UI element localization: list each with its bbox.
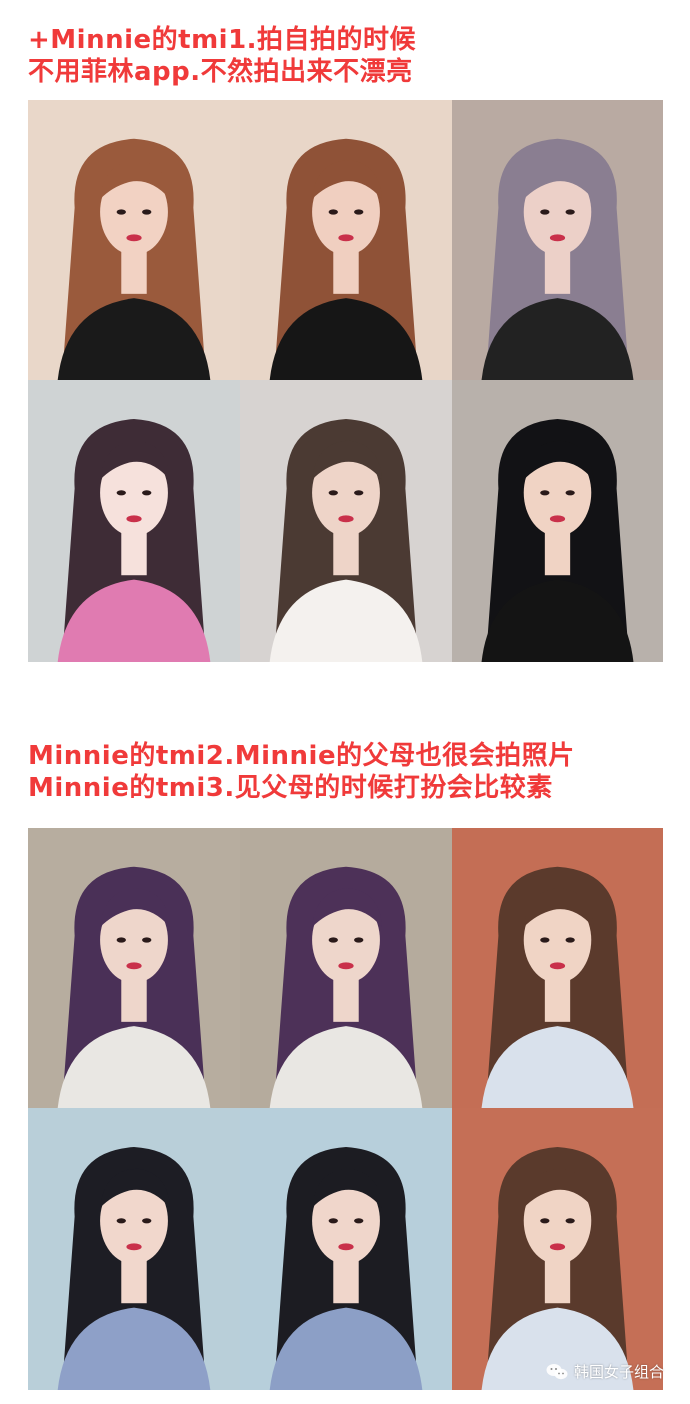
photo-parents-photo-5[interactable]	[240, 1108, 452, 1390]
wechat-icon	[546, 1363, 568, 1381]
photo-parents-photo-3[interactable]	[452, 828, 663, 1108]
photo-selfie-4[interactable]	[28, 380, 240, 662]
photo-parents-photo-2[interactable]	[240, 828, 452, 1108]
selfie-photo-grid	[28, 100, 663, 662]
photo-parents-photo-4[interactable]	[28, 1108, 240, 1390]
caption-tmi3: Minnie的tmi3.见父母的时候打扮会比较素	[28, 773, 553, 803]
caption-tmi1-line2: 不用菲林app.不然拍出来不漂亮	[28, 57, 413, 87]
photo-parents-photo-1[interactable]	[28, 828, 240, 1108]
photo-selfie-3[interactable]	[452, 100, 663, 380]
photo-selfie-2[interactable]	[240, 100, 452, 380]
watermark-text: 韩国女子组合	[573, 1363, 664, 1381]
photo-selfie-5[interactable]	[240, 380, 452, 662]
caption-tmi1-line1: +Minnie的tmi1.拍自拍的时候	[28, 25, 417, 55]
photo-parents-photo-6[interactable]	[452, 1108, 663, 1390]
parents-photo-grid	[28, 828, 663, 1390]
caption-tmi2: Minnie的tmi2.Minnie的父母也很会拍照片	[28, 741, 575, 771]
photo-selfie-1[interactable]	[28, 100, 240, 380]
photo-selfie-6[interactable]	[452, 380, 663, 662]
watermark: 韩国女子组合	[546, 1361, 664, 1382]
